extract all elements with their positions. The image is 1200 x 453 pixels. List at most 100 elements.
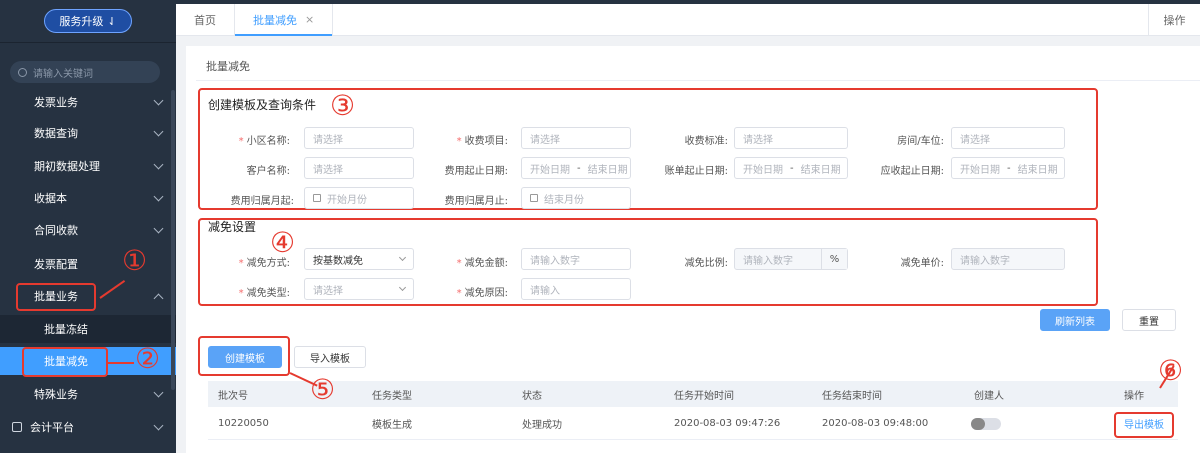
unit-price-input[interactable]: 请输入数字 [951,248,1065,270]
upgrade-button[interactable]: 服务升级 ⇃ [44,9,132,33]
column-header: 状态 [522,390,542,402]
annotation-number-2: ② [135,342,161,375]
sidebar-item-label: 期初数据处理 [34,160,100,173]
fee-date-range[interactable]: 开始日期 - 结束日期 [521,157,631,179]
room-label: 房间/车位: [897,136,944,147]
sidebar-item-invoice-config[interactable]: 发票配置 [0,250,176,278]
charge-item-label: * 收费项目: [456,136,508,147]
chevron-up-icon [153,293,164,304]
chevron-down-icon [153,159,164,170]
annotation-number-6: ⑥ [1158,354,1184,387]
sidebar-item-contract[interactable]: 合同收款 [0,216,176,244]
sidebar-divider [0,42,176,43]
sidebar-item-label: 批量冻结 [44,323,88,336]
refresh-list-button[interactable]: 刷新列表 [1040,309,1110,331]
column-header: 操作 [1124,390,1144,402]
reduction-section-title: 减免设置 [208,220,257,234]
close-icon[interactable]: × [305,13,314,26]
upgrade-icon: ⇃ [107,14,117,28]
type-label: * 减免类型: [238,288,290,299]
charge-standard-select[interactable]: 请选择 [734,127,848,149]
sidebar-item-receipt-book[interactable]: 收据本 [0,184,176,212]
reason-label: * 减免原因: [456,288,508,299]
calendar-icon [530,194,538,202]
search-icon [18,67,27,77]
tab-label: 首页 [194,13,216,27]
annotation-line-2 [108,362,134,364]
month-start-picker[interactable]: 开始月份 [304,187,414,209]
sidebar-item-label: 收据本 [34,192,67,205]
page-title: 批量减免 [206,60,250,73]
bill-date-label: 账单起止日期: [664,166,728,177]
column-header: 批次号 [218,390,248,402]
tab-label: 批量减免 [253,13,297,27]
table-header: 批次号 任务类型 状态 任务开始时间 任务结束时间 创建人 操作 [208,381,1178,407]
column-header: 创建人 [974,390,1004,402]
chevron-down-icon [153,387,164,398]
column-header: 任务类型 [372,390,412,402]
type-select[interactable]: 请选择 [304,278,414,300]
community-label: * 小区名称: [238,136,290,147]
sidebar-item-label: 发票业务 [34,96,78,109]
sidebar-scrollbar[interactable] [171,90,175,390]
tab-home[interactable]: 首页 [176,4,235,35]
ratio-label: 减免比例: [684,258,728,269]
sidebar-item-batch-freeze[interactable]: 批量冻结 [0,315,176,343]
sidebar-item-data-query[interactable]: 数据查询 [0,119,176,147]
creator-toggle[interactable] [971,418,1001,430]
community-select[interactable]: 请选择 [304,127,414,149]
query-section-title: 创建模板及查询条件 [208,98,317,112]
tab-actions-label: 操作 [1163,14,1186,27]
sidebar: 服务升级 ⇃ 请输入关键词 发票业务 数据查询 期初数据处理 收据本 合同收款 … [0,0,176,453]
sidebar-item-initial-data[interactable]: 期初数据处理 [0,152,176,180]
chevron-down-icon [398,283,407,292]
start-time-cell: 2020-08-03 09:47:26 [674,417,781,429]
method-select[interactable]: 按基数减免 [304,248,414,270]
tab-batch-reduction[interactable]: 批量减免 × [235,4,334,36]
annotation-number-1: ① [122,244,148,277]
sidebar-item-accounting[interactable]: 会计平台 [0,413,176,441]
tab-bar: 首页 批量减免 × 操作 [176,4,1200,36]
bill-date-range[interactable]: 开始日期 - 结束日期 [734,157,848,179]
room-select[interactable]: 请选择 [951,127,1065,149]
reset-button[interactable]: 重置 [1122,309,1176,331]
column-header: 任务结束时间 [822,390,882,402]
ratio-input[interactable]: 请输入数字% [734,248,848,270]
create-template-button[interactable]: 创建模板 [208,346,282,368]
sidebar-search-input[interactable]: 请输入关键词 [10,61,160,83]
import-template-button[interactable]: 导入模板 [294,346,366,368]
calendar-icon [313,194,321,202]
upgrade-label: 服务升级 [59,15,104,28]
charge-standard-label: 收费标准: [684,136,728,147]
chevron-down-icon [153,126,164,137]
sidebar-item-label: 特殊业务 [34,388,78,401]
column-header: 任务开始时间 [674,390,734,402]
type-cell: 模板生成 [372,419,412,431]
batch-menu-highlight [16,283,96,311]
title-divider [196,80,1200,81]
chevron-down-icon [153,223,164,234]
batch-cell: 10220050 [218,417,269,429]
status-cell: 处理成功 [522,419,562,431]
reason-input[interactable]: 请输入 [521,278,631,300]
receivable-date-range[interactable]: 开始日期 - 结束日期 [951,157,1065,179]
annotation-number-5: ⑤ [310,373,336,406]
month-end-label: 费用归属月止: [444,196,508,207]
batch-reduction-highlight [22,347,108,377]
annotation-number-3: ③ [330,89,356,122]
amount-label: * 减免金额: [456,258,508,269]
accounting-icon [12,422,22,432]
customer-select[interactable]: 请选择 [304,157,414,179]
chevron-down-icon [153,191,164,202]
sidebar-item-label: 数据查询 [34,127,78,140]
tab-actions-button[interactable]: 操作 [1148,4,1200,36]
month-start-label: 费用归属月起: [230,196,294,207]
fee-date-label: 费用起止日期: [444,166,508,177]
sidebar-item-label: 发票配置 [34,258,78,271]
charge-item-select[interactable]: 请选择 [521,127,631,149]
month-end-picker[interactable]: 结束月份 [521,187,631,209]
amount-input[interactable]: 请输入数字 [521,248,631,270]
sidebar-item-invoice[interactable]: 发票业务 [0,88,176,116]
chevron-down-icon [153,95,164,106]
sidebar-item-special[interactable]: 特殊业务 [0,380,176,408]
